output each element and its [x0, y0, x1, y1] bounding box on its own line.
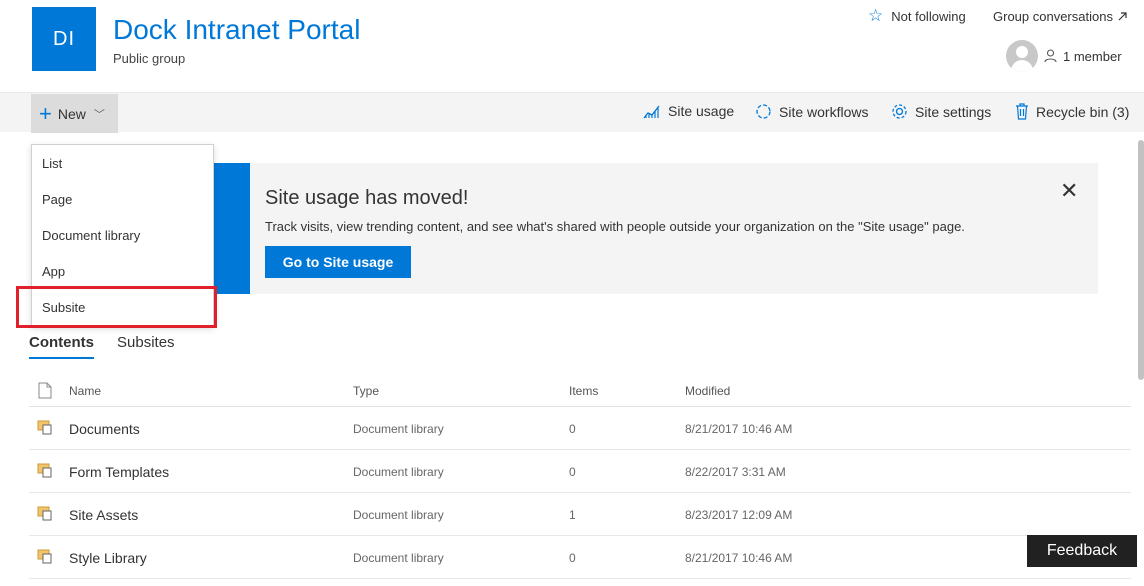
column-header-modified[interactable]: Modified: [685, 384, 730, 398]
row-name[interactable]: Form Templates: [69, 464, 169, 480]
row-items: 0: [569, 422, 576, 436]
row-modified: 8/23/2017 12:09 AM: [685, 508, 793, 522]
tab-subsites[interactable]: Subsites: [117, 334, 175, 359]
banner-text: Track visits, view trending content, and…: [265, 219, 965, 234]
chevron-down-icon: ﹀: [93, 108, 105, 121]
document-library-icon: [37, 420, 52, 435]
feedback-button[interactable]: Feedback: [1027, 535, 1137, 567]
row-type: Document library: [353, 422, 444, 436]
site-header: DI Dock Intranet Portal Public group ☆ N…: [0, 0, 1144, 92]
site-workflows-label: Site workflows: [779, 103, 869, 120]
site-settings-label: Site settings: [915, 103, 992, 120]
star-icon: ☆: [868, 6, 884, 25]
site-subtitle: Public group: [113, 51, 186, 66]
row-modified: 8/22/2017 3:31 AM: [685, 465, 786, 479]
page-scrollbar[interactable]: [1138, 140, 1144, 380]
close-icon[interactable]: ✕: [1060, 180, 1078, 202]
new-label: New: [57, 105, 86, 122]
external-link-icon: [1118, 12, 1127, 21]
recycle-bin-button[interactable]: Recycle bin (3): [1015, 103, 1129, 120]
command-bar: + New ﹀ Site usage Site workflows Site s…: [0, 92, 1144, 133]
row-name[interactable]: Documents: [69, 421, 140, 437]
row-items: 0: [569, 465, 576, 479]
site-usage-button[interactable]: Site usage: [643, 103, 734, 119]
row-items: 0: [569, 551, 576, 565]
site-settings-button[interactable]: Site settings: [891, 103, 991, 120]
follow-button[interactable]: ☆ Not following: [868, 6, 966, 25]
plus-icon: +: [39, 100, 52, 126]
document-library-icon: [37, 549, 52, 564]
column-header-items[interactable]: Items: [569, 384, 598, 398]
site-usage-label: Site usage: [668, 103, 735, 119]
gear-icon: [892, 104, 907, 119]
new-button[interactable]: + New ﹀: [31, 94, 118, 133]
menu-item-list[interactable]: List: [42, 156, 62, 171]
row-name[interactable]: Site Assets: [69, 507, 138, 523]
menu-item-app[interactable]: App: [42, 264, 65, 279]
table-row[interactable]: Documents Document library 0 8/21/2017 1…: [29, 407, 1131, 450]
column-header-type[interactable]: Type: [353, 384, 379, 398]
workflow-icon: [756, 104, 771, 119]
row-items: 1: [569, 508, 576, 522]
group-conversations-link[interactable]: Group conversations: [993, 9, 1128, 24]
banner-title: Site usage has moved!: [265, 187, 469, 209]
recycle-bin-label: Recycle bin (3): [1036, 103, 1130, 120]
file-type-icon: [38, 382, 52, 399]
trash-icon: [1016, 103, 1028, 120]
tab-contents[interactable]: Contents: [29, 334, 94, 359]
table-row[interactable]: Style Library Document library 0 8/21/20…: [29, 536, 1131, 579]
row-type: Document library: [353, 508, 444, 522]
person-icon: [1044, 49, 1057, 63]
row-modified: 8/21/2017 10:46 AM: [685, 551, 793, 565]
site-workflows-button[interactable]: Site workflows: [755, 103, 868, 120]
document-library-icon: [37, 506, 52, 521]
document-library-icon: [37, 463, 52, 478]
chart-icon: [643, 105, 660, 119]
row-type: Document library: [353, 551, 444, 565]
members-count: 1 member: [1063, 48, 1122, 64]
follow-label: Not following: [891, 8, 966, 24]
banner-accent-bar: [213, 163, 250, 294]
table-row[interactable]: Form Templates Document library 0 8/22/2…: [29, 450, 1131, 493]
row-type: Document library: [353, 465, 444, 479]
highlight-box: [16, 286, 217, 328]
row-modified: 8/21/2017 10:46 AM: [685, 422, 793, 436]
menu-item-document-library[interactable]: Document library: [42, 228, 140, 243]
go-to-site-usage-button[interactable]: Go to Site usage: [265, 246, 411, 278]
menu-item-page[interactable]: Page: [42, 192, 72, 207]
table-row[interactable]: Site Assets Document library 1 8/23/2017…: [29, 493, 1131, 536]
row-name[interactable]: Style Library: [69, 550, 147, 566]
column-header-name[interactable]: Name: [69, 384, 101, 398]
site-title[interactable]: Dock Intranet Portal: [113, 14, 360, 46]
site-logo[interactable]: DI: [32, 7, 96, 71]
members-button[interactable]: 1 member: [1006, 40, 1122, 72]
group-conversations-label: Group conversations: [993, 9, 1113, 24]
content-tabs: Contents Subsites: [29, 334, 175, 359]
avatar: [1006, 40, 1038, 72]
